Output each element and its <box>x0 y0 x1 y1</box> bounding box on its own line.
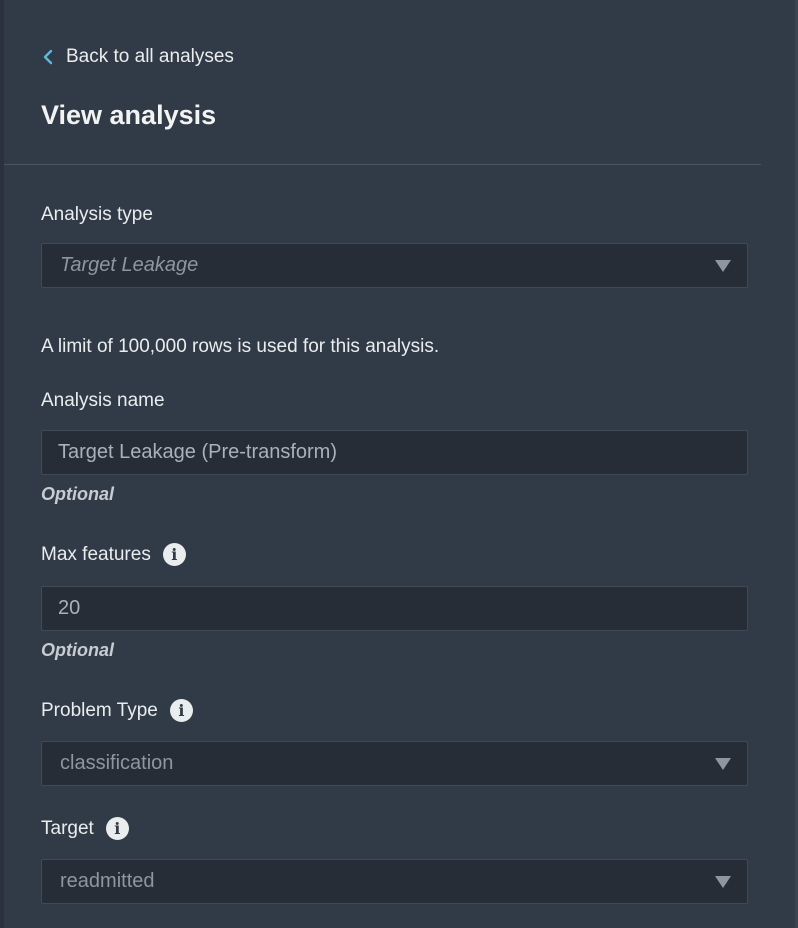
left-edge <box>0 0 4 928</box>
back-link-label: Back to all analyses <box>66 46 234 67</box>
row-limit-notice: A limit of 100,000 rows is used for this… <box>41 336 440 357</box>
analysis-type-label-text: Analysis type <box>41 204 153 225</box>
target-value: readmitted <box>60 870 155 892</box>
target-select[interactable]: readmitted <box>41 859 748 904</box>
info-icon[interactable]: i <box>169 699 193 722</box>
target-label-text: Target <box>41 817 94 839</box>
max-features-label-text: Max features <box>41 543 151 565</box>
analysis-name-optional-hint: Optional <box>41 484 114 504</box>
analysis-name-label-text: Analysis name <box>41 390 165 411</box>
analysis-type-label: Analysis type <box>41 204 153 226</box>
analysis-name-field[interactable] <box>41 430 748 475</box>
problem-type-select[interactable]: classification <box>41 741 748 786</box>
max-features-optional-hint: Optional <box>41 640 114 660</box>
chevron-left-icon <box>43 49 53 65</box>
header-divider <box>4 164 761 165</box>
max-features-label: Max features i <box>41 543 186 566</box>
analysis-type-value: Target Leakage <box>60 254 199 276</box>
target-label: Target i <box>41 817 129 840</box>
problem-type-label: Problem Type i <box>41 699 193 722</box>
max-features-input[interactable] <box>42 587 747 630</box>
back-to-all-analyses-link[interactable]: Back to all analyses <box>40 44 234 70</box>
max-features-field[interactable] <box>41 586 748 631</box>
problem-type-value: classification <box>60 752 174 774</box>
problem-type-label-text: Problem Type <box>41 699 158 721</box>
page-title: View analysis <box>41 100 217 130</box>
analysis-name-label: Analysis name <box>41 390 165 412</box>
info-icon[interactable]: i <box>105 817 129 840</box>
caret-down-icon <box>715 876 731 888</box>
caret-down-icon <box>715 758 731 770</box>
analysis-type-select[interactable]: Target Leakage <box>41 243 748 288</box>
caret-down-icon <box>715 260 731 272</box>
info-icon[interactable]: i <box>162 543 186 566</box>
analysis-name-input[interactable] <box>42 431 747 474</box>
